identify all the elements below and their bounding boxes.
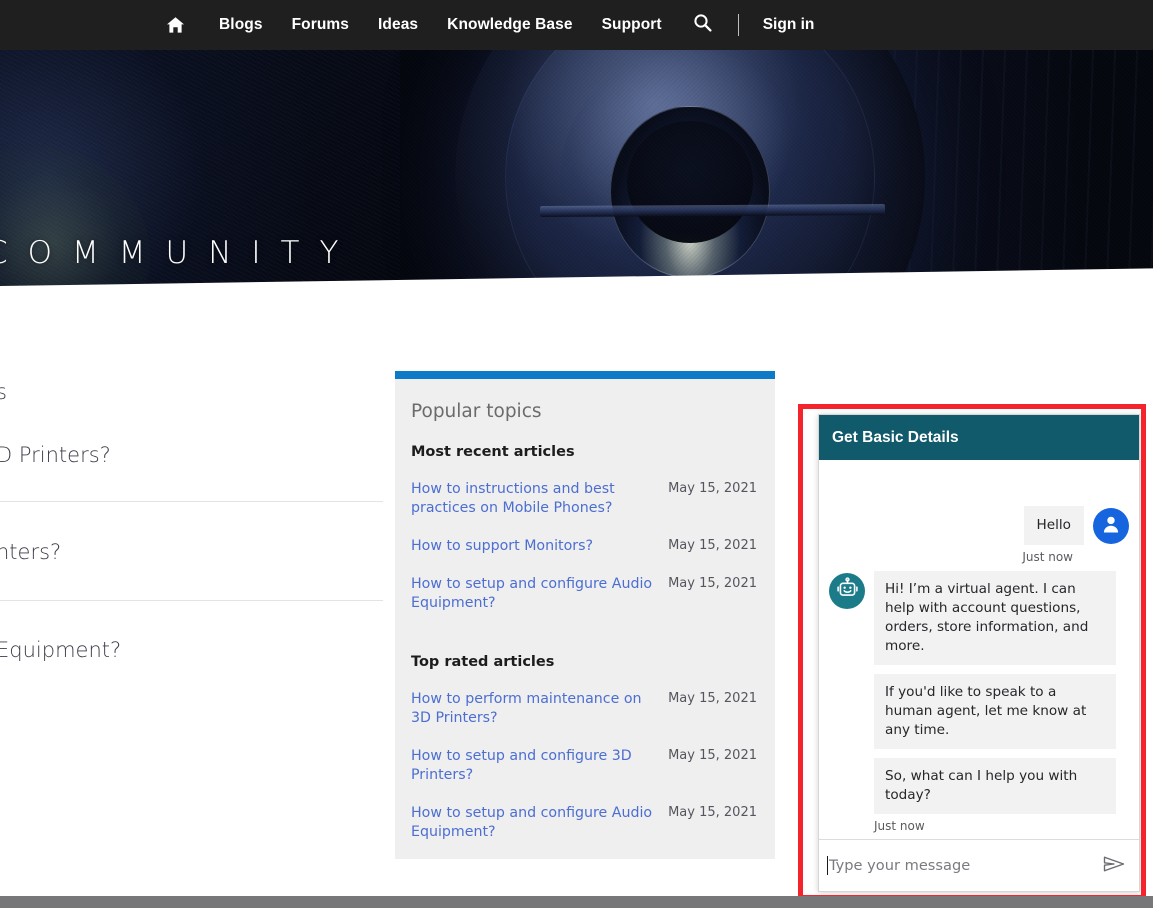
section-heading: Top rated articles [411, 654, 757, 670]
text-cursor [827, 856, 828, 875]
article-date: May 15, 2021 [668, 480, 757, 496]
robot-icon [836, 577, 859, 605]
chat-message-bot-group: Hi! I’m a virtual agent. I can help with… [829, 571, 1129, 814]
article-title-link[interactable]: How to setup and configure Audio Equipme… [411, 575, 668, 613]
chat-bubble-bot: Hi! I’m a virtual agent. I can help with… [874, 571, 1116, 665]
left-fragment-2[interactable]: nters? [0, 540, 61, 564]
article-title-link[interactable]: How to perform maintenance on 3D Printer… [411, 690, 668, 728]
popular-topics-body: Popular topics Most recent articles How … [395, 379, 775, 842]
article-list-item[interactable]: How to support Monitors? May 15, 2021 [411, 537, 757, 556]
article-list-item[interactable]: How to setup and configure Audio Equipme… [411, 804, 757, 842]
send-icon [1102, 854, 1126, 877]
person-icon [1100, 513, 1122, 540]
article-title-link[interactable]: How to support Monitors? [411, 537, 668, 556]
page-root: Blogs Forums Ideas Knowledge Base Suppor… [0, 0, 1153, 908]
top-navigation-bar: Blogs Forums Ideas Knowledge Base Suppor… [0, 0, 1153, 50]
popular-topics-title: Popular topics [411, 401, 757, 422]
chat-header: Get Basic Details [819, 415, 1139, 460]
nav-search-button[interactable] [693, 13, 712, 37]
chat-timestamp-bot: Just now [829, 819, 1129, 833]
section-heading: Most recent articles [411, 444, 757, 460]
article-list-item[interactable]: How to perform maintenance on 3D Printer… [411, 690, 757, 728]
chat-bot-bubbles: Hi! I’m a virtual agent. I can help with… [874, 571, 1116, 814]
chat-input-area [819, 839, 1139, 891]
nav-link-blogs[interactable]: Blogs [219, 16, 263, 34]
section-top-rated-articles: Top rated articles How to perform mainte… [411, 654, 757, 842]
chat-header-title: Get Basic Details [832, 429, 959, 447]
article-list-item[interactable]: How to setup and configure Audio Equipme… [411, 575, 757, 613]
avatar [1093, 508, 1129, 544]
chat-timestamp-user: Just now [829, 550, 1129, 564]
article-date: May 15, 2021 [668, 690, 757, 706]
hero-banner: COMMUNITY [0, 50, 1153, 300]
chat-message-input[interactable] [829, 857, 1099, 874]
left-fragment-0[interactable]: s [0, 380, 7, 404]
nav-divider [738, 14, 739, 36]
nav-items-container: Blogs Forums Ideas Knowledge Base Suppor… [160, 10, 814, 40]
nav-link-forums[interactable]: Forums [292, 16, 349, 34]
chat-widget: Get Basic Details Hello Just now [818, 414, 1140, 892]
search-icon [693, 13, 712, 37]
left-fragment-1[interactable]: D Printers? [0, 443, 111, 467]
card-accent-bar [395, 371, 775, 379]
article-title-link[interactable]: How to setup and configure 3D Printers? [411, 747, 668, 785]
nav-link-knowledge-base[interactable]: Knowledge Base [447, 16, 572, 34]
article-date: May 15, 2021 [668, 575, 757, 591]
nav-link-support[interactable]: Support [602, 16, 662, 34]
left-divider-2 [0, 600, 383, 601]
home-icon [166, 16, 185, 34]
hero-title: COMMUNITY [0, 235, 358, 271]
bottom-strip [0, 896, 1153, 908]
article-list-item[interactable]: How to instructions and best practices o… [411, 480, 757, 518]
avatar [829, 573, 865, 609]
article-title-link[interactable]: How to instructions and best practices o… [411, 480, 668, 518]
article-date: May 15, 2021 [668, 537, 757, 553]
section-most-recent-articles: Most recent articles How to instructions… [411, 444, 757, 613]
chat-bubble-bot: If you'd like to speak to a human agent,… [874, 674, 1116, 749]
article-date: May 15, 2021 [668, 804, 757, 820]
chat-message-user: Hello [829, 506, 1129, 545]
left-divider-1 [0, 501, 383, 502]
popular-topics-card: Popular topics Most recent articles How … [395, 371, 775, 859]
sign-in-link[interactable]: Sign in [763, 16, 815, 34]
article-title-link[interactable]: How to setup and configure Audio Equipme… [411, 804, 668, 842]
article-date: May 15, 2021 [668, 747, 757, 763]
left-fragment-3[interactable]: Equipment? [0, 638, 121, 662]
chat-bubble-bot: So, what can I help you with today? [874, 758, 1116, 814]
article-list-item[interactable]: How to setup and configure 3D Printers? … [411, 747, 757, 785]
send-message-button[interactable] [1099, 853, 1129, 879]
nav-link-ideas[interactable]: Ideas [378, 16, 418, 34]
chat-bubble-user: Hello [1024, 506, 1084, 545]
chat-message-list[interactable]: Hello Just now [819, 460, 1139, 839]
nav-home-button[interactable] [160, 10, 190, 40]
